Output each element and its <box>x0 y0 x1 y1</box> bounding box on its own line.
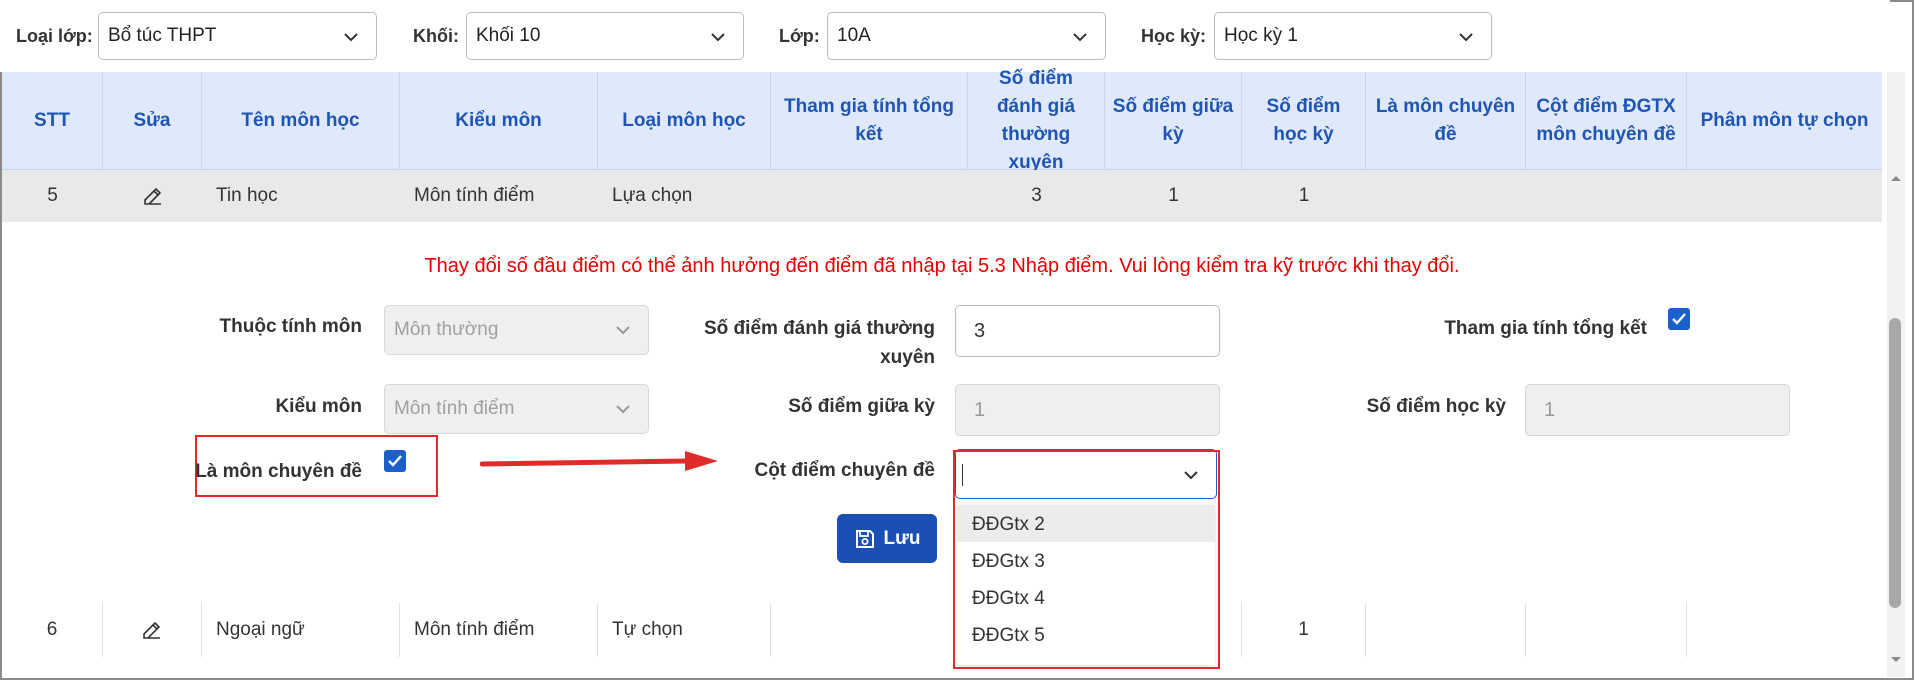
so-diem-hk-label: Số điểm học kỳ <box>1366 396 1506 417</box>
chevron-down-icon <box>616 405 630 414</box>
scroll-up-icon[interactable] <box>1890 173 1902 183</box>
header-la-mon-chuyen-de: Là môn chuyên đề <box>1366 72 1526 170</box>
filter-label-loai-lop: Loại lớp: <box>16 26 93 46</box>
save-button-label: Lưu <box>883 527 921 549</box>
row-tham-gia <box>771 603 968 657</box>
cot-diem-chuyen-de-label: Cột điểm chuyên đề <box>754 460 935 481</box>
row-loai-mon: Tự chọn <box>598 603 771 657</box>
row-kieu-mon: Môn tính điểm <box>400 603 598 657</box>
row-loai-mon: Lựa chọn <box>612 185 693 206</box>
row-so-diem-hk: 1 <box>1298 185 1310 206</box>
header-tham-gia-tong-ket: Tham gia tính tổng kết <box>771 72 968 170</box>
loai-lop-select[interactable]: Bổ túc THPT <box>98 12 377 60</box>
header-ten-mon-hoc: Tên môn học <box>202 72 400 170</box>
header-so-diem-tx: Số điểm đánh giá thường xuyên <box>968 68 1105 173</box>
header-kieu-mon: Kiểu môn <box>400 72 598 170</box>
edit-panel: Thay đổi số đầu điểm có thể ảnh hưởng đế… <box>2 222 1882 603</box>
check-icon <box>1672 313 1686 325</box>
lop-select[interactable]: 10A <box>827 12 1106 60</box>
thuoc-tinh-label: Thuộc tính môn <box>219 316 362 337</box>
row-stt: 6 <box>2 603 103 657</box>
row-so-diem-tx: 3 <box>1031 185 1042 206</box>
row-ten-mon: Ngoại ngữ <box>202 603 400 657</box>
row-so-diem-hk: 1 <box>1242 603 1366 657</box>
hoc-ky-select[interactable]: Học kỳ 1 <box>1214 12 1492 60</box>
so-diem-gk-input[interactable]: 1 <box>955 384 1220 436</box>
lop-value: 10A <box>837 25 871 46</box>
khoi-value: Khối 10 <box>476 25 541 46</box>
chevron-down-icon <box>616 326 630 335</box>
row-so-diem-gk: 1 <box>1168 185 1179 206</box>
table-row[interactable]: 5 Tin học Môn tính điểm Lựa chọn 3 1 1 <box>2 170 1882 222</box>
row-stt: 5 <box>47 185 58 206</box>
header-loai-mon-hoc: Loại môn học <box>598 72 771 170</box>
annotation-arrow <box>480 451 718 471</box>
header-sua: Sửa <box>103 72 202 170</box>
kieu-mon-select[interactable]: Môn tính điểm <box>384 384 649 434</box>
thuoc-tinh-select[interactable]: Môn thường <box>384 305 649 355</box>
pencil-icon <box>143 622 160 639</box>
annotation-box-dropdown <box>953 450 1220 669</box>
scroll-down-icon[interactable] <box>1890 655 1902 665</box>
edit-button[interactable] <box>103 170 202 222</box>
kieu-mon-value: Môn tính điểm <box>394 398 515 419</box>
pencil-icon <box>143 188 161 205</box>
chevron-down-icon <box>711 33 725 42</box>
chevron-down-icon <box>1459 33 1473 42</box>
so-diem-tx-label: Số điểm đánh giá thường xuyên <box>704 318 935 368</box>
so-diem-gk-label: Số điểm giữa kỳ <box>788 396 935 417</box>
save-button[interactable]: Lưu <box>837 514 937 563</box>
row-chuyen-de <box>1366 603 1526 657</box>
chuyen-de-label: Là môn chuyên đề <box>195 461 362 482</box>
check-icon <box>388 455 402 467</box>
tong-ket-checkbox[interactable] <box>1668 308 1690 330</box>
row-ten-mon: Tin học <box>216 185 278 206</box>
warning-message: Thay đổi số đầu điểm có thể ảnh hưởng đế… <box>424 255 1460 277</box>
so-diem-hk-input[interactable]: 1 <box>1525 384 1790 436</box>
edit-button[interactable] <box>103 603 202 657</box>
scrollbar-thumb[interactable] <box>1889 318 1901 608</box>
hoc-ky-value: Học kỳ 1 <box>1224 25 1298 46</box>
tong-ket-label: Tham gia tính tổng kết <box>1444 318 1647 339</box>
row-phan-mon <box>1687 603 1882 657</box>
khoi-select[interactable]: Khối 10 <box>466 12 744 60</box>
chevron-down-icon <box>1073 33 1087 42</box>
header-so-diem-hk: Số điểm học kỳ <box>1242 72 1366 170</box>
header-so-diem-gk: Số điểm giữa kỳ <box>1105 72 1242 170</box>
table-row[interactable]: 6 Ngoại ngữ Môn tính điểm Tự chọn 1 <box>2 603 1882 657</box>
row-kieu-mon: Môn tính điểm <box>414 185 535 206</box>
loai-lop-value: Bổ túc THPT <box>108 25 217 46</box>
filter-label-khoi: Khối: <box>413 26 459 46</box>
header-phan-mon-tu-chon: Phân môn tự chọn <box>1700 110 1869 131</box>
table-header: STT Sửa Tên môn học Kiểu môn Loại môn họ… <box>2 68 1882 173</box>
chuyen-de-checkbox[interactable] <box>384 450 406 472</box>
filter-bar: Loại lớp: Bổ túc THPT Khối: Khối 10 Lớp:… <box>0 0 1890 72</box>
row-cot-diem <box>1526 603 1687 657</box>
header-cot-diem-dgtx: Cột điểm ĐGTX môn chuyên đề <box>1526 72 1687 170</box>
header-stt: STT <box>2 72 103 170</box>
kieu-mon-label: Kiểu môn <box>275 396 362 417</box>
so-diem-tx-input[interactable]: 3 <box>955 305 1220 357</box>
filter-label-hoc-ky: Học kỳ: <box>1141 26 1207 46</box>
floppy-disk-icon <box>855 529 874 548</box>
filter-label-lop: Lớp: <box>779 26 820 46</box>
thuoc-tinh-value: Môn thường <box>394 319 499 340</box>
chevron-down-icon <box>344 33 358 42</box>
